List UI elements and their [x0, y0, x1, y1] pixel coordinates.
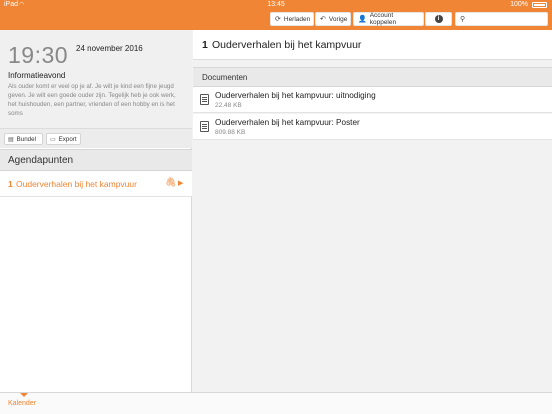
detail-pane: 1 Ouderverhalen bij het kampvuur Documen…: [193, 30, 552, 392]
document-size: 22.48 KB: [215, 102, 242, 109]
detail-title: Ouderverhalen bij het kampvuur: [212, 39, 362, 51]
export-icon: ▭: [50, 136, 56, 143]
document-name: Ouderverhalen bij het kampvuur: uitnodig…: [215, 91, 376, 100]
agenda-item-number: 1: [8, 179, 13, 189]
documents-header: Documenten: [193, 67, 552, 87]
left-pane: 19:30 24 november 2016 Informatieavond A…: [0, 30, 192, 392]
paperclip-icon: 🖇: [165, 177, 177, 187]
bundle-label: Bundel: [16, 135, 36, 143]
event-date: 24 november 2016: [76, 44, 143, 53]
link-account-label: Account koppelen: [369, 12, 397, 26]
search-icon: ⚲: [460, 16, 466, 23]
event-time: 19:30: [8, 42, 69, 68]
event-actions: ▤ Bundel ▭ Export: [0, 128, 192, 148]
document-icon: [200, 121, 209, 132]
tab-calendar[interactable]: Kalender: [8, 400, 36, 407]
bundle-icon: ▤: [8, 136, 14, 143]
link-account-button[interactable]: 👤 Account koppelen: [353, 12, 424, 26]
search-input[interactable]: ⚲: [455, 12, 548, 26]
export-button[interactable]: ▭ Export: [46, 133, 81, 145]
document-row[interactable]: Ouderverhalen bij het kampvuur: Poster 8…: [193, 114, 552, 140]
info-icon: i: [434, 15, 443, 23]
event-description: Als ouder komt er veel op je af. Je wilt…: [8, 83, 176, 117]
status-time: 13:45: [267, 1, 285, 8]
top-bar: iPad ◠ 13:45 100% ⟳ Herladen ↶ Vorige 👤 …: [0, 0, 552, 30]
reload-icon: ⟳: [275, 16, 281, 23]
reload-button[interactable]: ⟳ Herladen: [270, 12, 314, 26]
agenda-header: Agendapunten: [0, 149, 192, 171]
event-header: 19:30 24 november 2016 Informatieavond A…: [0, 30, 192, 128]
document-size: 809.88 KB: [215, 129, 246, 136]
document-row[interactable]: Ouderverhalen bij het kampvuur: uitnodig…: [193, 87, 552, 113]
previous-button[interactable]: ↶ Vorige: [315, 12, 351, 26]
battery-percentage: 100%: [510, 1, 528, 8]
agenda-item-title: Ouderverhalen bij het kampvuur: [16, 179, 137, 189]
reload-label: Herladen: [283, 15, 311, 23]
agenda-item[interactable]: 1 Ouderverhalen bij het kampvuur 🖇 ▶: [0, 171, 192, 197]
status-bar: iPad ◠ 13:45 100%: [0, 0, 552, 10]
document-name: Ouderverhalen bij het kampvuur: Poster: [215, 118, 360, 127]
active-tab-indicator: [20, 393, 28, 397]
export-label: Export: [58, 135, 77, 143]
detail-number: 1: [202, 39, 208, 51]
battery-icon: [532, 2, 547, 8]
tab-bar: Kalender: [0, 392, 552, 414]
back-icon: ↶: [320, 16, 326, 23]
info-button[interactable]: i: [425, 12, 452, 26]
bundle-button[interactable]: ▤ Bundel: [4, 133, 43, 145]
account-icon: 👤: [358, 16, 367, 23]
previous-label: Vorige: [328, 15, 348, 23]
event-title: Informatieavond: [8, 71, 66, 80]
document-icon: [200, 94, 209, 105]
play-icon[interactable]: ▶: [178, 179, 183, 187]
detail-header: 1 Ouderverhalen bij het kampvuur: [193, 30, 552, 60]
